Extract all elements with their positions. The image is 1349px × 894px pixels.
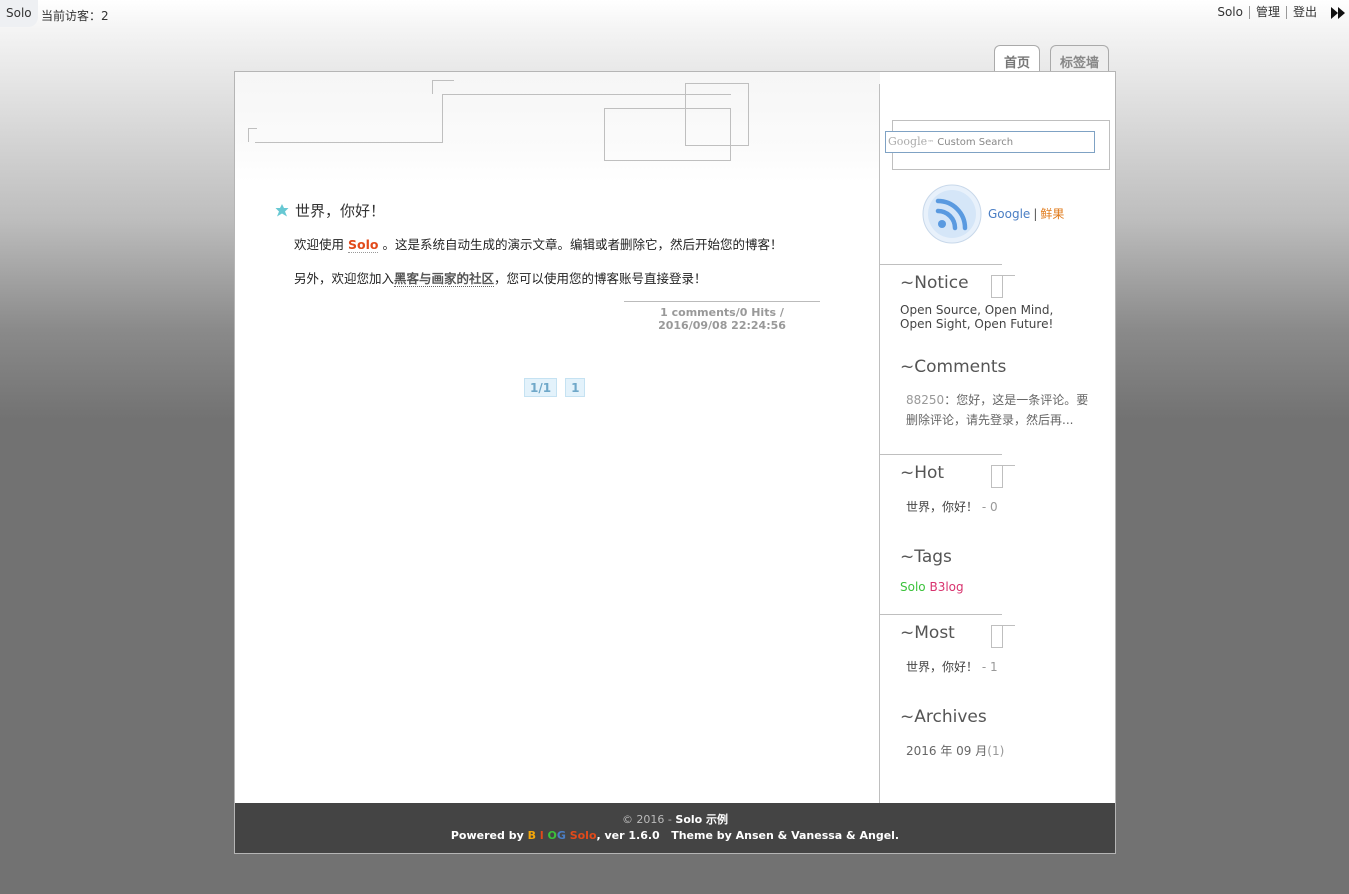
brand-letter: G [556, 829, 566, 842]
feed-links: Google | 鲜果 [988, 205, 1064, 222]
tab-tag-wall[interactable]: 标签墙 [1050, 45, 1110, 73]
google-feed-link[interactable]: Google [988, 207, 1030, 221]
decor-line [442, 94, 443, 143]
next-icon[interactable] [1331, 6, 1345, 19]
visitor-count: 当前访客：2 [41, 9, 109, 23]
home-link[interactable]: Solo [0, 0, 38, 27]
site-name-link[interactable]: Solo 示例 [675, 813, 728, 826]
decor-box [991, 465, 1003, 488]
decor-line [1002, 625, 1015, 626]
brand-letter: l [539, 829, 544, 842]
most-item: 世界，你好！ - 1 [906, 660, 998, 674]
most-article-link[interactable]: 世界，你好！ [906, 660, 978, 674]
decor-line [1002, 465, 1015, 466]
admin-link[interactable]: 管理 [1248, 6, 1286, 19]
hot-article-link[interactable]: 世界，你好！ [906, 500, 978, 514]
footer: © 2016 - Solo 示例 Powered by B l OG Solo,… [235, 803, 1115, 853]
decor-line [248, 128, 257, 142]
powered-by-text: Powered by [450, 829, 524, 842]
version-text: , ver 1.6.0 [596, 829, 660, 842]
article-text: ，您可以使用您的博客账号直接登录！ [494, 271, 707, 286]
article-meta: 1 comments/0 Hits / 2016/09/08 22:24:56 [624, 301, 820, 332]
xianguo-feed-link[interactable]: 鲜果 [1040, 207, 1064, 221]
b3log-link[interactable]: B l OG [528, 829, 566, 842]
decor-box [892, 120, 908, 130]
sidebar: Google™ Custom Search Google | 鲜果 ~Notice … [879, 84, 1116, 803]
star-icon [275, 203, 289, 216]
section-divider [880, 614, 1002, 615]
page-indicator: 1/1 [524, 378, 558, 397]
article-date: 2016/09/08 22:24:56 [658, 319, 786, 332]
brand-letter: O [547, 829, 557, 842]
article-title-row: 世界，你好！ [275, 200, 835, 221]
rss-icon[interactable] [922, 184, 982, 244]
hot-title: ~Hot [900, 463, 945, 483]
article-paragraph: 欢迎使用 Solo 。这是系统自动生成的演示文章。编辑或者删除它，然后开始您的博客！ [294, 235, 835, 255]
decor-box [685, 83, 749, 146]
search-input[interactable]: Google™ Custom Search [885, 131, 1095, 153]
brand-letter: B [527, 829, 536, 842]
theme-credit: Theme by Ansen & Vanessa & Angel. [671, 829, 900, 842]
archive-item: 2016 年 09 月(1) [906, 744, 1004, 758]
decor-box [991, 275, 1003, 298]
hot-item: 世界，你好！ - 0 [906, 500, 998, 514]
copyright-text: © 2016 - [621, 813, 672, 826]
article-text: 欢迎使用 [294, 237, 345, 252]
search-placeholder: Custom Search [937, 137, 1014, 148]
tab-home[interactable]: 首页 [994, 45, 1041, 73]
pagination: 1/1 1 [524, 378, 586, 397]
main-container: 世界，你好！ 欢迎使用 Solo 。这是系统自动生成的演示文章。编辑或者删除它，然后… [234, 71, 1116, 854]
decor-line [1002, 275, 1015, 276]
notice-title: ~Notice [900, 273, 969, 293]
logout-link[interactable]: 登出 [1285, 6, 1323, 19]
top-bar: Solo 当前访客：2 Solo 管理 登出 [0, 0, 1349, 28]
article-text: 另外，欢迎您加入 [294, 271, 395, 286]
article-stats[interactable]: 1 comments/0 Hits / [624, 306, 820, 319]
google-brand: Google [888, 135, 928, 148]
decor-line [432, 80, 454, 94]
article-text: 。这是系统自动生成的演示文章。编辑或者删除它，然后开始您的博客！ [382, 237, 783, 252]
tags-title: ~Tags [900, 547, 952, 567]
article-title[interactable]: 世界，你好！ [295, 200, 385, 221]
top-right-nav: Solo 管理 登出 [1217, 6, 1345, 19]
decor-box [991, 625, 1003, 648]
google-tm: ™ [927, 139, 935, 147]
community-link[interactable]: 黑客与画家的社区 [394, 271, 495, 287]
decor-line [255, 142, 443, 143]
comment-author[interactable]: 88250 [906, 393, 944, 407]
feed-separator: | [1033, 207, 1038, 221]
section-divider [880, 454, 1002, 455]
most-title: ~Most [900, 623, 955, 643]
archive-link[interactable]: 2016 年 09 月 [906, 744, 987, 758]
recent-comment[interactable]: 88250：您好，这是一条评论。要删除评论，请先登录，然后再... [906, 390, 1096, 430]
article: 世界，你好！ 欢迎使用 Solo 。这是系统自动生成的演示文章。编辑或者删除它，然后… [275, 200, 835, 289]
page-number[interactable]: 1 [565, 378, 586, 397]
solo-footer-link[interactable]: Solo [570, 829, 597, 842]
blog-link[interactable]: Solo [1217, 6, 1249, 19]
solo-link[interactable]: Solo [348, 237, 379, 253]
hot-count: - 0 [981, 500, 998, 514]
notice-text: Open Source, Open Mind, Open Sight, Open… [900, 303, 1054, 331]
most-count: - 1 [981, 660, 998, 674]
tag-b3log[interactable]: B3log [929, 580, 963, 594]
tag-solo[interactable]: Solo [900, 580, 926, 594]
section-divider [880, 264, 1002, 265]
comments-title: ~Comments [900, 357, 1007, 377]
footer-copyright-line: © 2016 - Solo 示例 [235, 812, 1115, 828]
tag-list: Solo B3log [900, 580, 964, 594]
footer-powered-line: Powered by B l OG Solo, ver 1.6.0 Theme … [235, 828, 1115, 844]
archives-title: ~Archives [900, 707, 987, 727]
header-decoration [235, 72, 880, 182]
archive-count: (1) [987, 744, 1005, 758]
article-paragraph: 另外，欢迎您加入黑客与画家的社区，您可以使用您的博客账号直接登录！ [294, 269, 835, 289]
